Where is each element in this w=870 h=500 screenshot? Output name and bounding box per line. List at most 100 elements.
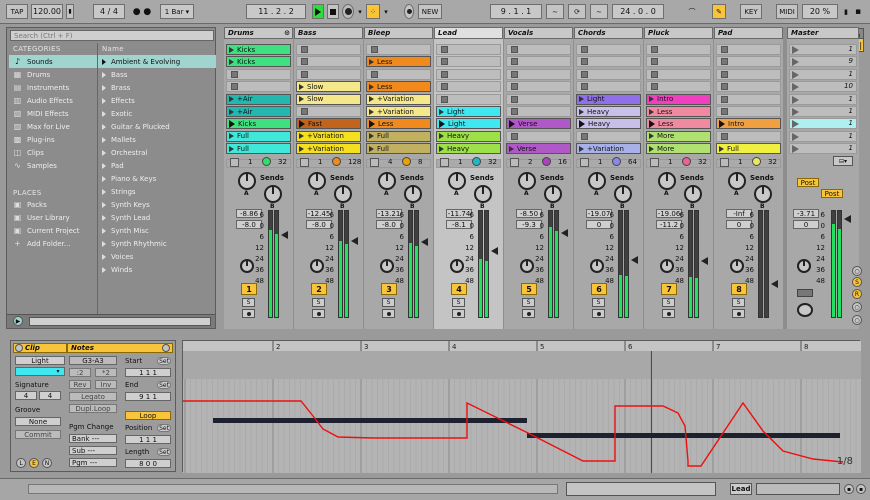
metronome-icon[interactable]: ▮ bbox=[66, 4, 74, 19]
browser-item[interactable]: Synth Misc bbox=[98, 224, 216, 237]
slot-stop-icon[interactable] bbox=[721, 58, 728, 66]
clip-slot-kicks[interactable]: Kicks bbox=[226, 44, 291, 55]
clip-slot-light[interactable]: Light bbox=[436, 106, 501, 117]
invert-button[interactable]: Inv bbox=[95, 380, 117, 389]
master-header[interactable]: Master bbox=[787, 27, 859, 39]
slot-stop-icon[interactable] bbox=[721, 46, 728, 53]
clip-launch-icon[interactable] bbox=[229, 96, 234, 103]
browser-item[interactable]: Brass bbox=[98, 81, 216, 94]
scene-slot[interactable] bbox=[789, 44, 857, 55]
expand-arrow-icon[interactable] bbox=[102, 149, 106, 156]
arm-icon[interactable] bbox=[230, 158, 239, 167]
duplicate-loop-button[interactable]: Dupl.Loop bbox=[69, 404, 117, 413]
solo-button[interactable]: S bbox=[382, 298, 395, 307]
clip-slot-full[interactable]: Full bbox=[366, 130, 431, 142]
clip-slot-more[interactable]: More bbox=[646, 143, 711, 155]
expand-arrow-icon[interactable] bbox=[102, 84, 106, 91]
group-fold-icon[interactable]: ⊙ bbox=[284, 29, 290, 37]
clip-slot--variation[interactable]: +Variation bbox=[366, 106, 431, 117]
send-b-knob[interactable] bbox=[334, 185, 352, 203]
slot-stop-icon[interactable] bbox=[301, 70, 308, 78]
clip-slot--variation[interactable]: +Variation bbox=[366, 93, 431, 105]
slot-stop-icon[interactable] bbox=[511, 83, 518, 91]
scene-slot[interactable] bbox=[789, 118, 857, 130]
double-button[interactable]: *2 bbox=[95, 368, 117, 377]
volume-fader[interactable] bbox=[631, 256, 638, 264]
arm-button[interactable] bbox=[662, 309, 675, 318]
clip-slot-light[interactable]: Light bbox=[576, 93, 641, 105]
send-b-knob[interactable] bbox=[264, 185, 282, 203]
launch-icon[interactable]: L bbox=[16, 458, 26, 468]
clip-slot-heavy[interactable]: Heavy bbox=[576, 118, 641, 130]
start-set-button[interactable]: Set bbox=[157, 357, 171, 365]
browser-item[interactable]: Ambient & Evolving bbox=[98, 55, 216, 68]
scene-launch-icon[interactable] bbox=[792, 145, 799, 154]
scene-launch-icon[interactable] bbox=[792, 132, 799, 141]
clip-slot-light[interactable]: Light bbox=[436, 118, 501, 130]
clip-slot-fast[interactable]: Fast bbox=[296, 118, 361, 130]
volume-fader[interactable] bbox=[491, 247, 498, 255]
arm-button[interactable] bbox=[382, 309, 395, 318]
commit-button[interactable]: Commit bbox=[15, 430, 61, 439]
clip-play-icon[interactable] bbox=[229, 119, 235, 128]
place-current-project[interactable]: ▣ Current Project bbox=[9, 224, 97, 237]
pan-knob[interactable] bbox=[240, 259, 254, 273]
notes-header[interactable]: Notes bbox=[67, 343, 173, 353]
clip-slot--air[interactable]: +Air bbox=[226, 93, 291, 105]
clip-launch-icon[interactable] bbox=[229, 58, 234, 65]
pan-knob[interactable] bbox=[520, 259, 534, 273]
expand-arrow-icon[interactable] bbox=[102, 162, 106, 169]
browser-item[interactable]: Mallets bbox=[98, 133, 216, 146]
position-display[interactable]: 11 . 2 . 2 bbox=[246, 4, 306, 19]
sub-field[interactable]: Sub --- bbox=[69, 446, 117, 455]
overdub-button[interactable]: ⁘ bbox=[366, 4, 380, 19]
pencil-button[interactable]: ✎ bbox=[712, 4, 726, 19]
punch-in-icon[interactable]: ∼ bbox=[546, 4, 564, 19]
tap-button[interactable]: TAP bbox=[6, 4, 28, 19]
scene-launch-icon[interactable] bbox=[792, 108, 799, 116]
pan-knob[interactable] bbox=[660, 259, 674, 273]
overview-strip[interactable] bbox=[566, 482, 716, 496]
scene-slot[interactable] bbox=[789, 130, 857, 142]
length-set-button[interactable]: Set bbox=[157, 448, 171, 456]
send-b-knob[interactable] bbox=[474, 185, 492, 203]
quantize-menu[interactable]: 1 Bar ▾ bbox=[160, 4, 194, 19]
arm-icon[interactable] bbox=[510, 158, 519, 167]
clip-fade-icon[interactable]: ○ bbox=[852, 266, 862, 276]
browser-item[interactable]: Voices bbox=[98, 250, 216, 263]
record-options-icon[interactable]: ▾ bbox=[356, 4, 364, 19]
category-sounds[interactable]: ♪ Sounds bbox=[9, 55, 97, 68]
notes-icon[interactable]: N bbox=[42, 458, 52, 468]
track-header[interactable]: Pad bbox=[714, 27, 783, 39]
slot-stop-icon[interactable] bbox=[581, 83, 588, 91]
expand-arrow-icon[interactable] bbox=[102, 136, 106, 143]
pgm-field[interactable]: Pgm --- bbox=[69, 458, 117, 467]
scene-launch-icon[interactable] bbox=[792, 83, 799, 92]
slot-stop-icon[interactable] bbox=[301, 108, 308, 115]
slot-stop-icon[interactable] bbox=[301, 58, 308, 66]
solo-button[interactable]: S bbox=[732, 298, 745, 307]
send-a-knob[interactable] bbox=[588, 172, 606, 190]
track-header[interactable]: Bleep bbox=[364, 27, 433, 39]
return-options-icon[interactable]: ⊟▾ bbox=[833, 156, 853, 166]
browser-item[interactable]: Pad bbox=[98, 159, 216, 172]
groove-selector[interactable]: None bbox=[15, 417, 61, 426]
tempo-field[interactable]: 120.00 bbox=[31, 4, 63, 19]
clip-launch-icon[interactable] bbox=[439, 133, 444, 140]
place-user-library[interactable]: ▣ User Library bbox=[9, 211, 97, 224]
pan-knob[interactable] bbox=[590, 259, 604, 273]
clip-slot-verse[interactable]: Verse bbox=[506, 118, 571, 130]
send-b-knob[interactable] bbox=[544, 185, 562, 203]
slot-stop-icon[interactable] bbox=[511, 95, 518, 103]
solo-button[interactable]: S bbox=[312, 298, 325, 307]
send-a-knob[interactable] bbox=[378, 172, 396, 190]
pan-knob[interactable] bbox=[380, 259, 394, 273]
clip-name-field[interactable]: Light bbox=[15, 356, 65, 365]
bank-field[interactable]: Bank --- bbox=[69, 434, 117, 443]
slot-stop-icon[interactable] bbox=[441, 83, 448, 91]
send-b-knob[interactable] bbox=[754, 185, 772, 203]
cue-volume-knob[interactable] bbox=[797, 259, 811, 273]
clip-slot-heavy[interactable]: Heavy bbox=[436, 143, 501, 155]
clip-activator-icon[interactable] bbox=[15, 344, 23, 352]
slot-stop-icon[interactable] bbox=[511, 108, 518, 115]
